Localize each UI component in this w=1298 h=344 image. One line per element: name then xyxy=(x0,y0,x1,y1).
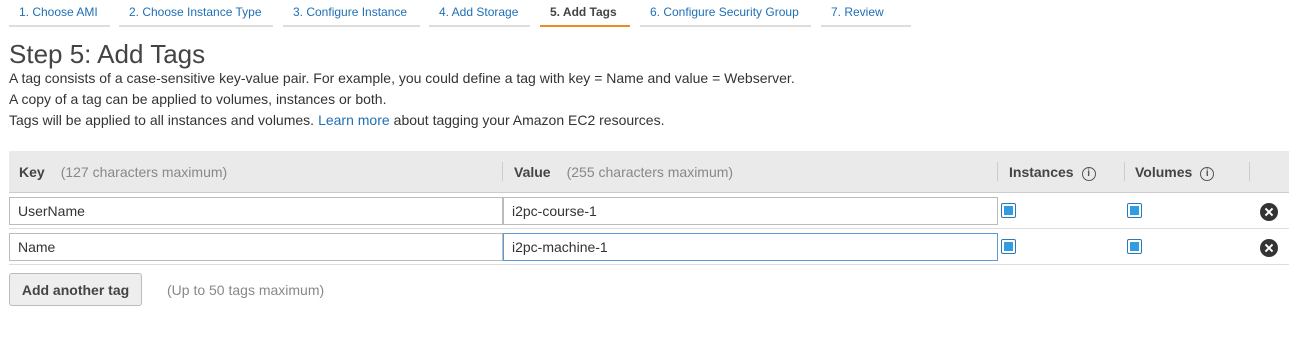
remove-tag-icon[interactable] xyxy=(1260,203,1278,221)
tag-value-input[interactable] xyxy=(503,197,998,225)
description-text: Tags will be applied to all instances an… xyxy=(9,112,315,128)
description-line-1: A tag consists of a case-sensitive key-v… xyxy=(9,70,795,86)
tab-review[interactable]: 7. Review xyxy=(821,0,911,27)
column-key: Key (127 characters maximum) xyxy=(9,151,503,192)
page-title: Step 5: Add Tags xyxy=(9,39,206,69)
column-instances: Instances i xyxy=(999,151,1125,192)
volumes-checkbox[interactable] xyxy=(1127,203,1142,218)
tab-label: 3. Configure Instance xyxy=(293,5,408,19)
column-volumes: Volumes i xyxy=(1125,151,1250,192)
description-line-2: A copy of a tag can be applied to volume… xyxy=(9,91,387,107)
remove-tag-icon[interactable] xyxy=(1260,239,1278,257)
tab-label: 5. Add Tags xyxy=(550,5,617,19)
column-value-label: Value xyxy=(514,164,551,180)
tag-key-input[interactable] xyxy=(9,233,503,261)
tab-configure-security-group[interactable]: 6. Configure Security Group xyxy=(640,0,811,27)
add-another-tag-button[interactable]: Add another tag xyxy=(9,273,142,306)
column-key-label: Key xyxy=(19,164,45,180)
tab-label: 6. Configure Security Group xyxy=(650,5,799,19)
instances-checkbox[interactable] xyxy=(1001,239,1016,254)
info-icon[interactable]: i xyxy=(1081,167,1096,181)
column-volumes-label: Volumes xyxy=(1135,164,1193,180)
tag-limit-note: (Up to 50 tags maximum) xyxy=(167,282,325,298)
volumes-checkbox[interactable] xyxy=(1127,239,1142,254)
column-key-hint: (127 characters maximum) xyxy=(60,164,228,180)
info-icon[interactable]: i xyxy=(1200,167,1215,181)
instances-checkbox[interactable] xyxy=(1001,203,1016,218)
wizard-tabs: 1. Choose AMI 2. Choose Instance Type 3.… xyxy=(0,0,1298,28)
tab-configure-instance[interactable]: 3. Configure Instance xyxy=(283,0,420,27)
tag-value-input[interactable] xyxy=(503,233,998,261)
tags-table-header: Key (127 characters maximum) Value (255 ch… xyxy=(9,151,1289,193)
column-instances-label: Instances xyxy=(1009,164,1074,180)
tab-label: 7. Review xyxy=(831,5,884,19)
tab-label: 4. Add Storage xyxy=(439,5,519,19)
table-row xyxy=(9,229,1289,265)
tag-key-input[interactable] xyxy=(9,197,503,225)
tab-choose-instance-type[interactable]: 2. Choose Instance Type xyxy=(119,0,273,27)
tab-add-tags[interactable]: 5. Add Tags xyxy=(540,0,630,27)
description-line-3: Tags will be applied to all instances an… xyxy=(9,111,664,129)
learn-more-link[interactable]: Learn more xyxy=(318,112,390,128)
column-value: Value (255 characters maximum) xyxy=(504,151,998,192)
tab-label: 2. Choose Instance Type xyxy=(129,5,262,19)
column-value-hint: (255 characters maximum) xyxy=(566,164,734,180)
tab-add-storage[interactable]: 4. Add Storage xyxy=(429,0,530,27)
table-row xyxy=(9,193,1289,229)
tab-label: 1. Choose AMI xyxy=(19,5,98,19)
tab-choose-ami[interactable]: 1. Choose AMI xyxy=(9,0,110,27)
description-text: about tagging your Amazon EC2 resources. xyxy=(393,112,665,128)
